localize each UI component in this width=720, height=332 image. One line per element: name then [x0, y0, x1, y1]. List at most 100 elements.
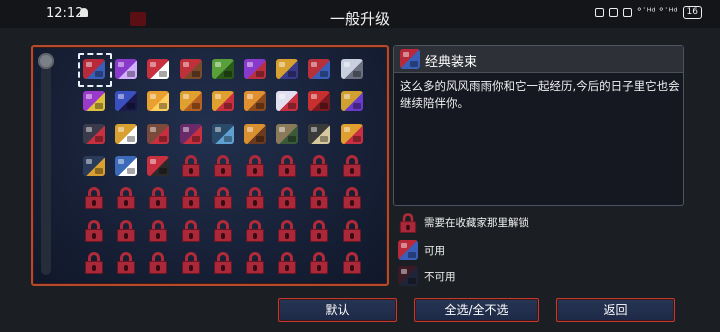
locked-slot[interactable]: [306, 218, 332, 244]
locked-slot[interactable]: [274, 153, 300, 179]
armor-slot[interactable]: [81, 121, 107, 147]
armor-slot[interactable]: [113, 88, 139, 114]
lock-icon: [342, 187, 362, 210]
lock-icon: [84, 187, 104, 210]
item-title: 经典装束: [425, 55, 478, 70]
locked-slot[interactable]: [81, 250, 107, 276]
locked-slot[interactable]: [306, 282, 332, 284]
armor-slot[interactable]: [274, 88, 300, 114]
locked-slot[interactable]: [274, 185, 300, 211]
armor-slot[interactable]: [178, 56, 204, 82]
locked-slot[interactable]: [339, 153, 365, 179]
locked-slot[interactable]: [178, 153, 204, 179]
lock-icon: [277, 154, 297, 177]
lock-icon: [245, 219, 265, 242]
locked-slot[interactable]: [178, 282, 204, 284]
lock-icon: [84, 251, 104, 274]
armor-slot[interactable]: [113, 153, 139, 179]
armor-slot[interactable]: [81, 88, 107, 114]
armor-icon: [308, 91, 331, 112]
armor-slot[interactable]: [242, 88, 268, 114]
armor-icon: [340, 59, 363, 79]
item-grid-panel: [31, 45, 389, 286]
locked-slot[interactable]: [113, 282, 139, 284]
armor-icon: [179, 59, 202, 79]
armor-slot[interactable]: [113, 56, 139, 82]
locked-slot[interactable]: [242, 153, 268, 179]
item-description: 这么多的风风雨雨你和它一起经历,今后的日子里它也会继续陪伴你。: [400, 79, 680, 110]
select-all-button[interactable]: 全选/全不选: [414, 298, 539, 322]
locked-slot[interactable]: [81, 185, 107, 211]
armor-icon: [83, 59, 105, 79]
armor-slot[interactable]: [178, 88, 204, 114]
armor-slot[interactable]: [306, 56, 332, 82]
armor-slot[interactable]: [145, 121, 171, 147]
locked-slot[interactable]: [242, 185, 268, 211]
locked-slot[interactable]: [274, 282, 300, 284]
armor-slot[interactable]: [306, 88, 332, 114]
locked-slot[interactable]: [113, 218, 139, 244]
armor-slot[interactable]: [113, 121, 139, 147]
locked-slot[interactable]: [113, 185, 139, 211]
locked-slot[interactable]: [210, 153, 236, 179]
locked-slot[interactable]: [274, 250, 300, 276]
armor-slot[interactable]: [145, 153, 171, 179]
armor-icon: [179, 123, 202, 144]
locked-slot[interactable]: [113, 250, 139, 276]
armor-slot[interactable]: [178, 121, 204, 147]
armor-icon: [83, 123, 105, 144]
armor-slot[interactable]: [242, 121, 268, 147]
lock-icon: [181, 187, 201, 210]
armor-slot[interactable]: [274, 56, 300, 82]
locked-slot[interactable]: [242, 250, 268, 276]
locked-slot[interactable]: [210, 282, 236, 284]
back-button[interactable]: 返回: [556, 298, 675, 322]
locked-slot[interactable]: [178, 185, 204, 211]
locked-slot[interactable]: [339, 218, 365, 244]
armor-icon: [115, 91, 138, 112]
locked-slot[interactable]: [145, 282, 171, 284]
armor-slot[interactable]: [210, 88, 236, 114]
locked-slot[interactable]: [145, 185, 171, 211]
armor-slot[interactable]: [306, 121, 332, 147]
armor-icon: [115, 155, 138, 176]
armor-slot[interactable]: [210, 56, 236, 82]
armor-slot[interactable]: [274, 121, 300, 147]
locked-slot[interactable]: [339, 282, 365, 284]
lock-icon: [213, 154, 233, 177]
armor-icon: [211, 59, 234, 79]
armor-slot[interactable]: [81, 153, 107, 179]
lock-icon: [84, 284, 104, 286]
grid-scrollbar[interactable]: [41, 55, 51, 275]
armor-slot[interactable]: [339, 88, 365, 114]
armor-slot[interactable]: [339, 56, 365, 82]
locked-slot[interactable]: [81, 218, 107, 244]
screen-title: 一般升级: [329, 10, 390, 28]
locked-slot[interactable]: [339, 185, 365, 211]
armor-slot[interactable]: [242, 56, 268, 82]
armor-slot[interactable]: [339, 121, 365, 147]
locked-slot[interactable]: [306, 250, 332, 276]
scrollbar-thumb[interactable]: [38, 53, 54, 69]
locked-slot[interactable]: [210, 250, 236, 276]
locked-slot[interactable]: [306, 153, 332, 179]
default-button[interactable]: 默认: [278, 298, 397, 322]
locked-slot[interactable]: [339, 250, 365, 276]
locked-slot[interactable]: [306, 185, 332, 211]
locked-slot[interactable]: [81, 282, 107, 286]
locked-slot[interactable]: [145, 218, 171, 244]
armor-slot[interactable]: [210, 121, 236, 147]
locked-slot[interactable]: [145, 250, 171, 276]
locked-slot[interactable]: [242, 282, 268, 284]
armor-slot-selected[interactable]: [78, 53, 112, 87]
locked-slot[interactable]: [274, 218, 300, 244]
armor-icon: [244, 59, 266, 79]
armor-slot[interactable]: [145, 88, 171, 114]
locked-slot[interactable]: [178, 218, 204, 244]
locked-slot[interactable]: [242, 218, 268, 244]
locked-slot[interactable]: [178, 250, 204, 276]
armor-slot[interactable]: [145, 56, 171, 82]
locked-slot[interactable]: [210, 185, 236, 211]
locked-slot[interactable]: [210, 218, 236, 244]
lock-icon: [277, 251, 297, 274]
